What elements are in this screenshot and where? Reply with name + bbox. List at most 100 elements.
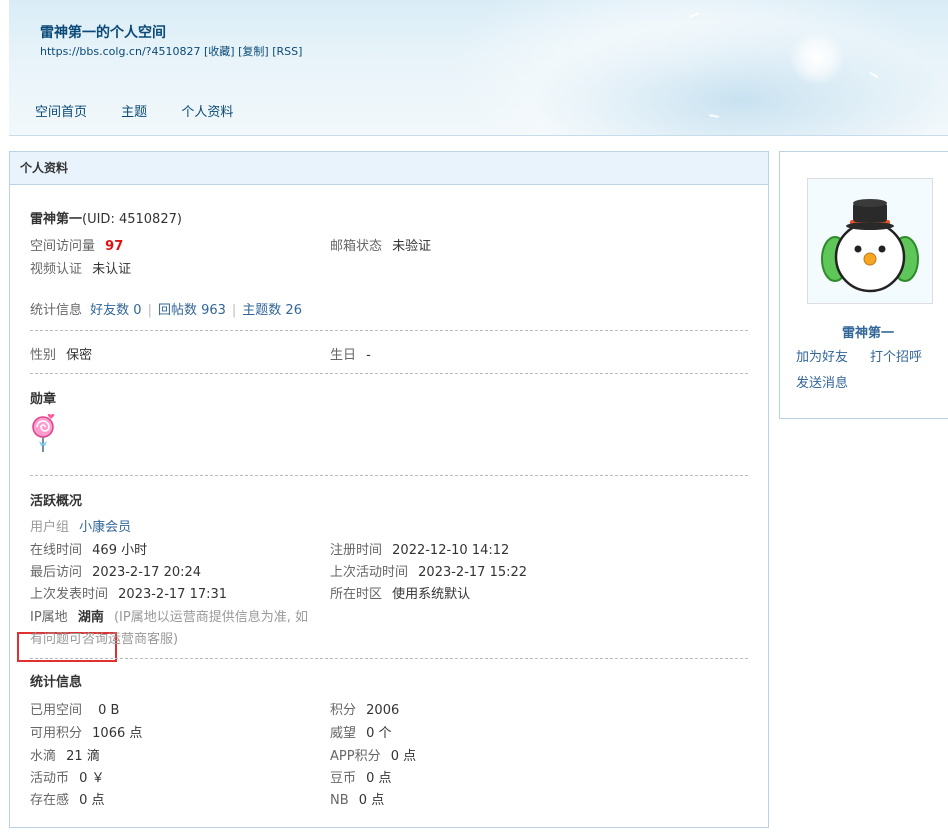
space-header: 雷神第一的个人空间 https://bbs.colg.cn/?4510827 [… (9, 0, 948, 136)
divider (30, 330, 748, 331)
used-space-label: 已用空间 (30, 703, 83, 718)
presence-row: 存在感 0 点 (30, 789, 105, 808)
presence-label: 存在感 (30, 793, 70, 808)
email-row: 邮箱状态 未验证 (330, 235, 431, 254)
copy-link[interactable]: [复制] (238, 45, 269, 58)
replies-count-link[interactable]: 回帖数 963 (158, 303, 226, 318)
stats-summary-label: 统计信息 (30, 303, 83, 318)
last-post-value: 2023-2-17 17:31 (118, 587, 228, 602)
last-visit-row: 最后访问 2023-2-17 20:24 (30, 561, 201, 580)
nav-space-home[interactable]: 空间首页 (35, 105, 87, 120)
separator: | (147, 303, 152, 318)
nav-profile[interactable]: 个人资料 (181, 105, 233, 120)
birthday-row: 生日 - (330, 344, 371, 363)
used-space-row: 已用空间 0 B (30, 699, 119, 718)
friends-count-link[interactable]: 好友数 0 (90, 303, 141, 318)
user-card-name[interactable]: 雷神第一 (842, 322, 894, 341)
coins-row: 活动币 0 ￥ (30, 767, 105, 786)
space-url-link[interactable]: https://bbs.colg.cn/?4510827 (40, 45, 201, 58)
nb-row: NB 0 点 (330, 789, 384, 808)
water-value: 21 滴 (66, 749, 100, 764)
greet-link[interactable]: 打个招呼 (870, 346, 922, 365)
username-line: 雷神第一(UID: 4510827) (30, 208, 182, 227)
online-row: 在线时间 469 小时 (30, 539, 147, 558)
last-visit-value: 2023-2-17 20:24 (92, 565, 202, 580)
lollipop-medal-icon[interactable] (30, 412, 60, 456)
usergroup-link[interactable]: 小康会员 (79, 520, 131, 535)
presence-value: 0 点 (79, 793, 105, 808)
stats-summary-row: 统计信息 好友数 0 | 回帖数 963 | 主题数 26 (30, 299, 302, 318)
divider (30, 658, 748, 659)
nb-label: NB (330, 793, 349, 808)
profile-panel: 个人资料 雷神第一(UID: 4510827) 空间访问量 97 邮箱状态 未验… (9, 151, 769, 828)
divider (30, 475, 748, 476)
avatar[interactable] (807, 178, 933, 304)
register-label: 注册时间 (330, 543, 383, 558)
last-active-value: 2023-2-17 15:22 (418, 565, 528, 580)
visits-value: 97 (105, 239, 124, 254)
dandelion-decoration (789, 30, 845, 86)
usergroup-row: 用户组 小康会员 (30, 516, 131, 535)
rss-link[interactable]: [RSS] (272, 45, 302, 58)
gender-value: 保密 (66, 348, 93, 363)
ip-row: IP属地 湖南 (IP属地以运营商提供信息为准, 如 (30, 606, 308, 625)
timezone-row: 所在时区 使用系统默认 (330, 583, 470, 602)
video-value: 未认证 (92, 262, 132, 277)
separator: | (231, 303, 237, 318)
prestige-label: 威望 (330, 726, 357, 741)
online-value: 469 小时 (92, 543, 148, 558)
usergroup-label: 用户组 (30, 520, 70, 535)
online-label: 在线时间 (30, 543, 83, 558)
birthday-label: 生日 (330, 348, 357, 363)
space-title: 雷神第一的个人空间 (40, 25, 166, 41)
app-points-value: 0 点 (390, 749, 417, 764)
send-message-link[interactable]: 发送消息 (796, 372, 848, 391)
nb-value: 0 点 (358, 793, 385, 808)
coins-value: 0 ￥ (79, 771, 105, 786)
prestige-row: 威望 0 个 (330, 722, 392, 741)
ip-value: 湖南 (77, 610, 104, 625)
prestige-value: 0 个 (366, 726, 392, 741)
email-value: 未验证 (392, 239, 432, 254)
user-card: 雷神第一 加为好友 打个招呼 发送消息 (779, 151, 948, 419)
register-row: 注册时间 2022-12-10 14:12 (330, 539, 509, 558)
timezone-value: 使用系统默认 (392, 587, 471, 602)
divider (30, 373, 748, 374)
water-row: 水滴 21 滴 (30, 745, 100, 764)
add-friend-link[interactable]: 加为好友 (796, 346, 848, 365)
visits-row: 空间访问量 97 (30, 235, 123, 254)
last-post-row: 上次发表时间 2023-2-17 17:31 (30, 583, 227, 602)
last-visit-label: 最后访问 (30, 565, 83, 580)
usable-points-value: 1066 点 (92, 726, 143, 741)
register-value: 2022-12-10 14:12 (392, 543, 510, 558)
ip-note-line1: (IP属地以运营商提供信息为准, 如 (113, 610, 308, 625)
email-label: 邮箱状态 (330, 239, 383, 254)
username: 雷神第一 (30, 212, 83, 227)
topics-count-link[interactable]: 主题数 26 (242, 303, 302, 318)
used-space-value: 0 B (98, 703, 120, 718)
app-points-row: APP积分 0 点 (330, 745, 416, 764)
last-active-label: 上次活动时间 (330, 565, 409, 580)
beans-value: 0 点 (366, 771, 392, 786)
points-label: 积分 (330, 703, 357, 718)
points-value: 2006 (366, 703, 400, 718)
snowman-avatar-icon (821, 199, 919, 293)
ip-note-line2: 有问题可咨询运营商客服) (30, 632, 179, 647)
visits-label: 空间访问量 (30, 239, 96, 254)
space-nav: 空间首页 主题 个人资料 (35, 101, 263, 120)
uid: (UID: 4510827) (82, 212, 182, 227)
activity-title: 活跃概况 (30, 494, 83, 509)
beans-row: 豆币 0 点 (330, 767, 392, 786)
nav-topics[interactable]: 主题 (121, 105, 147, 120)
water-label: 水滴 (30, 749, 57, 764)
space-url-line: https://bbs.colg.cn/?4510827 [收藏] [复制] [… (40, 43, 302, 59)
usable-points-label: 可用积分 (30, 726, 83, 741)
favorite-link[interactable]: [收藏] (204, 45, 235, 58)
coins-label: 活动币 (30, 771, 70, 786)
gender-row: 性别 保密 (30, 344, 92, 363)
profile-panel-title: 个人资料 (10, 152, 768, 185)
last-post-label: 上次发表时间 (30, 587, 109, 602)
ip-label: IP属地 (30, 610, 68, 625)
medals-title: 勋章 (30, 392, 57, 407)
points-row: 积分 2006 (330, 699, 399, 718)
